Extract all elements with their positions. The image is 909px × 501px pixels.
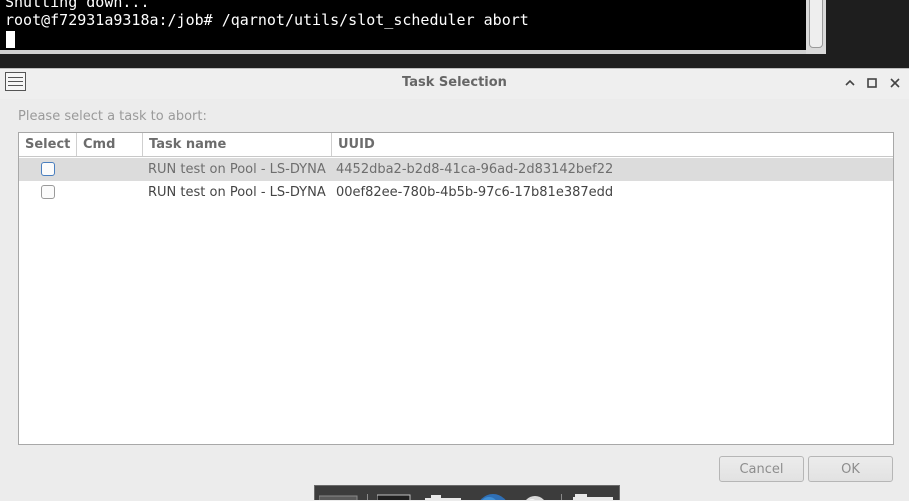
- settings-sphere-icon[interactable]: [520, 491, 550, 500]
- dock-separator: [561, 491, 563, 500]
- globe-icon[interactable]: [475, 491, 511, 500]
- task-name-cell: RUN test on Pool - LS-DYNA: [148, 162, 326, 177]
- table-row[interactable]: RUN test on Pool - LS-DYNA 4452dba2-b2d8…: [19, 158, 893, 181]
- file-manager-icon[interactable]: [423, 491, 463, 500]
- ok-button[interactable]: OK: [808, 456, 893, 482]
- column-header-task-name[interactable]: Task name: [143, 133, 332, 156]
- select-cell: [19, 158, 77, 181]
- terminal-output-line: Shutting down...: [5, 0, 150, 11]
- terminal-icon[interactable]: [376, 491, 411, 500]
- close-icon[interactable]: [887, 75, 903, 91]
- task-select-checkbox[interactable]: [41, 185, 55, 199]
- task-name-cell: RUN test on Pool - LS-DYNA: [148, 185, 326, 200]
- square-icon[interactable]: [864, 75, 880, 91]
- dialog-titlebar[interactable]: Task Selection: [0, 69, 909, 99]
- uuid-cell: 4452dba2-b2d8-41ca-96ad-2d83142bef22: [336, 162, 614, 177]
- terminal-cursor: [6, 31, 15, 48]
- terminal-window[interactable]: Shutting down... root@f72931a9318a:/job#…: [0, 0, 826, 54]
- terminal-command-line: root@f72931a9318a:/job# /qarnot/utils/sl…: [5, 11, 529, 29]
- cmd-cell: [77, 181, 143, 204]
- select-cell: [19, 181, 77, 204]
- uuid-cell: 00ef82ee-780b-4b5b-97c6-17b81e387edd: [336, 185, 614, 200]
- task-select-checkbox[interactable]: [41, 162, 55, 176]
- task-selection-dialog: Task Selection Please select a task to a…: [0, 68, 909, 501]
- terminal-bottom-edge: [0, 50, 806, 54]
- task-table[interactable]: Select Cmd Task name UUID RUN test on Po…: [18, 132, 894, 445]
- dock-separator: [367, 491, 369, 500]
- dock-window-icon[interactable]: [318, 491, 359, 500]
- column-header-select[interactable]: Select: [19, 133, 77, 156]
- column-header-cmd[interactable]: Cmd: [77, 133, 143, 156]
- show-desktop-icon[interactable]: [571, 491, 615, 500]
- terminal-scrollbar[interactable]: [806, 0, 826, 54]
- cancel-button[interactable]: Cancel: [719, 456, 804, 482]
- terminal-screen[interactable]: Shutting down... root@f72931a9318a:/job#…: [0, 0, 806, 50]
- chevron-up-icon[interactable]: [842, 75, 858, 91]
- terminal-scrollbar-thumb[interactable]: [809, 0, 823, 48]
- cmd-cell: [77, 158, 143, 181]
- dialog-title: Task Selection: [402, 75, 507, 90]
- table-row[interactable]: RUN test on Pool - LS-DYNA 00ef82ee-780b…: [19, 181, 893, 204]
- taskbar-dock: [314, 485, 620, 500]
- table-header: Select Cmd Task name UUID: [19, 133, 893, 157]
- dialog-prompt: Please select a task to abort:: [18, 109, 207, 124]
- column-header-uuid[interactable]: UUID: [332, 133, 893, 156]
